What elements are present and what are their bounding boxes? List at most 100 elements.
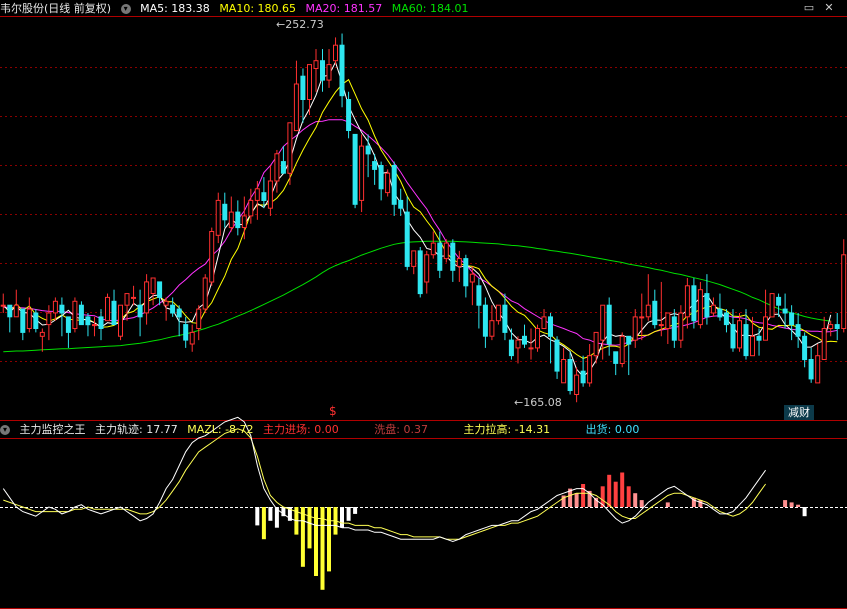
candle-body	[411, 250, 417, 267]
indicator-panel-header: ▾ 主力监控之王 主力轨迹: 17.77 MAZL: -8.72 主力进场: 0…	[0, 422, 645, 438]
candle-body	[548, 316, 553, 337]
candle-body	[756, 335, 762, 341]
candle-body	[782, 308, 788, 314]
xipan-readout: 洗盘: 0.37	[374, 423, 428, 436]
candle-body	[795, 324, 801, 337]
indicator-bar	[300, 507, 305, 567]
candle-body	[398, 199, 404, 209]
indicator-bar	[802, 507, 807, 517]
close-icon[interactable]: ✕	[822, 2, 836, 14]
candle-body	[157, 281, 163, 298]
candle-body	[46, 312, 52, 326]
candle-body	[737, 320, 742, 349]
candle-body	[7, 304, 13, 318]
candle-body	[769, 293, 775, 318]
candle-body	[554, 339, 560, 372]
chevron-down-icon[interactable]: ▾	[120, 4, 131, 14]
candle-body	[743, 324, 749, 357]
candle-body	[443, 242, 449, 260]
candle-body	[261, 192, 267, 201]
event-tag[interactable]: 减财	[784, 405, 814, 420]
candle-body	[639, 316, 645, 319]
guiji-readout: 主力轨迹: 17.77	[95, 423, 178, 436]
indicator-bar	[633, 493, 638, 507]
candle-body	[111, 300, 117, 326]
low-price-label: ←165.08	[514, 396, 562, 409]
indicator-bar	[307, 507, 312, 549]
candle-body	[228, 211, 234, 229]
candle-body	[710, 304, 716, 314]
candle-body	[684, 285, 690, 318]
candle-body	[463, 258, 469, 287]
high-price-label: ←252.73	[276, 18, 324, 31]
candle-body	[691, 285, 697, 322]
restore-icon[interactable]: ▭	[802, 2, 816, 14]
candle-body	[834, 324, 840, 330]
signal-marker: $	[329, 404, 337, 418]
indicator-bar	[607, 474, 612, 507]
kline-canvas[interactable]	[0, 0, 847, 609]
candle-body	[176, 308, 182, 318]
candle-body	[26, 308, 32, 330]
candle-body	[476, 285, 482, 306]
candle-body	[815, 355, 821, 384]
candle-body	[65, 316, 71, 333]
candle-body	[515, 339, 521, 349]
candle-body	[522, 335, 527, 345]
candle-body	[202, 277, 208, 310]
candle-body	[72, 300, 78, 329]
candle-body	[215, 199, 221, 236]
candle-body	[339, 44, 345, 97]
candle-body	[170, 304, 176, 314]
candle-body	[105, 296, 110, 322]
candle-body	[580, 370, 586, 384]
candle-body	[326, 64, 332, 81]
candle-body	[658, 324, 664, 327]
candle-body	[346, 99, 352, 131]
candle-body	[489, 320, 495, 337]
candle-body	[98, 316, 104, 329]
candle-body	[632, 316, 638, 341]
candle-body	[124, 293, 130, 306]
chevron-down-icon[interactable]: ▾	[0, 425, 10, 435]
main-panel-header: 韦尔股份(日线 前复权) ▾ MA5: 183.38 MA10: 180.65 …	[0, 1, 474, 17]
candle-body	[359, 145, 365, 201]
candle-body	[456, 258, 462, 267]
candle-body	[0, 304, 6, 307]
candle-body	[828, 324, 834, 330]
candle-body	[678, 312, 684, 341]
ma5-line	[2, 60, 832, 378]
ma10-readout: MA10: 180.65	[219, 2, 297, 15]
candle-body	[241, 215, 247, 228]
indicator-bar	[574, 493, 579, 507]
candle-body	[313, 60, 319, 70]
candle-body	[593, 331, 599, 357]
candle-body	[619, 335, 625, 364]
candle-body	[495, 304, 501, 322]
candle-body	[469, 273, 475, 283]
candle-body	[789, 312, 795, 326]
candle-body	[85, 316, 91, 326]
candle-body	[196, 308, 202, 330]
candle-body	[333, 44, 338, 62]
stock-title: 韦尔股份(日线 前复权)	[0, 2, 112, 15]
candle-body	[183, 324, 189, 341]
candle-body	[437, 242, 443, 271]
candle-body	[274, 153, 280, 182]
candle-body	[508, 339, 514, 357]
candle-body	[541, 316, 547, 329]
candle-body	[235, 211, 241, 229]
candle-body	[404, 211, 410, 267]
candle-body	[502, 304, 508, 333]
ma60-readout: MA60: 184.01	[391, 2, 469, 15]
candle-body	[424, 254, 430, 283]
candle-body	[645, 304, 651, 318]
indicator-bar	[789, 502, 794, 507]
candle-body	[697, 289, 703, 326]
indicator-bar	[626, 486, 631, 507]
candle-body	[150, 277, 156, 294]
candle-body	[665, 312, 671, 329]
candle-body	[13, 304, 19, 318]
candle-body	[209, 231, 215, 283]
candle-body	[821, 328, 827, 360]
